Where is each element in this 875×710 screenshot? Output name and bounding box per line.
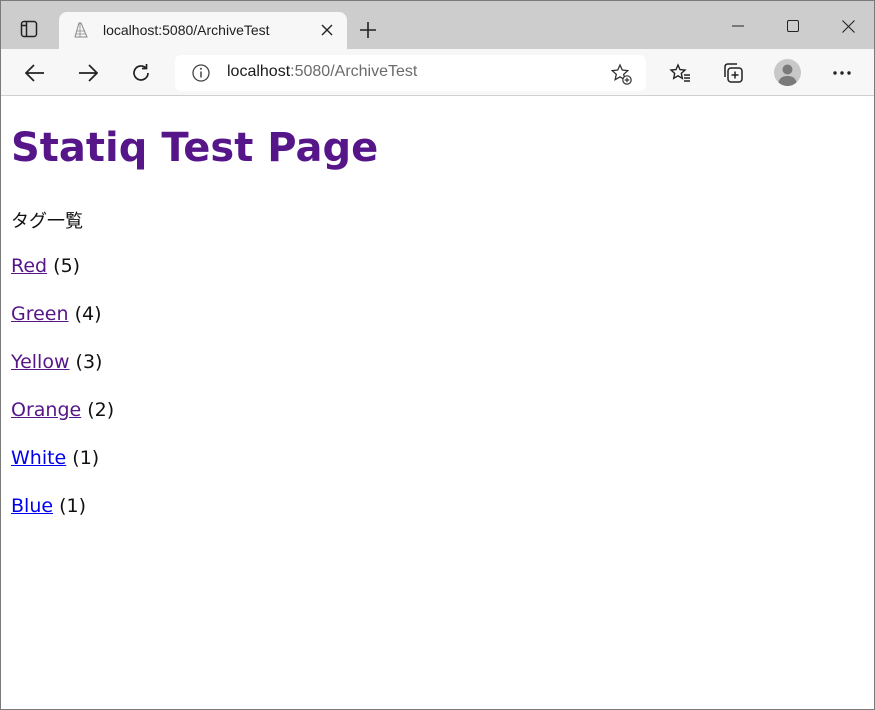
url-path: :5080/ArchiveTest: [290, 63, 418, 80]
address-bar[interactable]: localhost:5080/ArchiveTest: [175, 55, 646, 91]
tab-actions-icon: [20, 20, 38, 38]
window-close-button[interactable]: [833, 11, 863, 41]
minimize-icon: [732, 25, 744, 27]
tab-active[interactable]: localhost:5080/ArchiveTest: [59, 12, 347, 49]
minimize-button[interactable]: [723, 11, 753, 41]
info-icon[interactable]: [191, 63, 211, 83]
new-tab-button[interactable]: [355, 17, 381, 43]
tab-strip: localhost:5080/ArchiveTest: [1, 1, 874, 49]
url-host: localhost: [227, 63, 291, 80]
maximize-icon: [787, 20, 799, 32]
tag-link-yellow[interactable]: Yellow: [11, 351, 70, 373]
page-favicon-icon: [74, 22, 88, 38]
refresh-icon: [133, 64, 149, 81]
tag-item: Green (4): [11, 303, 102, 325]
navigation-toolbar: localhost:5080/ArchiveTest: [1, 49, 874, 96]
window-close-icon: [841, 19, 855, 33]
url-text[interactable]: localhost:5080/ArchiveTest: [227, 63, 417, 81]
collections-button[interactable]: [719, 59, 747, 87]
tag-link-red[interactable]: Red: [11, 255, 47, 277]
close-icon: [321, 24, 333, 36]
more-button[interactable]: [828, 59, 856, 87]
tag-link-white[interactable]: White: [11, 447, 66, 469]
tag-count: (4): [74, 303, 102, 325]
tab-close-button[interactable]: [317, 20, 337, 40]
favorites-button[interactable]: [666, 59, 694, 87]
tag-link-green[interactable]: Green: [11, 303, 69, 325]
tag-count: (1): [59, 495, 87, 517]
tag-count: (2): [87, 399, 115, 421]
page-title: Statiq Test Page: [11, 125, 379, 171]
back-arrow-icon: [25, 64, 44, 82]
browser-window: localhost:5080/ArchiveTest localhost:508…: [0, 0, 875, 710]
tag-item: Yellow (3): [11, 351, 102, 373]
tag-link-orange[interactable]: Orange: [11, 399, 81, 421]
tab-title: localhost:5080/ArchiveTest: [103, 22, 270, 38]
profile-icon: [778, 64, 797, 86]
back-button[interactable]: [21, 59, 49, 87]
refresh-button[interactable]: [127, 59, 155, 87]
tag-item: White (1): [11, 447, 99, 469]
more-icon: [833, 71, 851, 75]
profile-button[interactable]: [774, 59, 801, 86]
forward-button[interactable]: [74, 59, 102, 87]
tag-item: Red (5): [11, 255, 80, 277]
tag-count: (1): [72, 447, 100, 469]
tag-item: Orange (2): [11, 399, 114, 421]
add-favorite-icon[interactable]: [609, 62, 633, 86]
tag-item: Blue (1): [11, 495, 86, 517]
tag-list-heading: タグ一覧: [11, 211, 83, 232]
tag-count: (5): [53, 255, 81, 277]
collections-icon: [724, 63, 743, 83]
page-content: Statiq Test Page タグ一覧 Red (5) Green (4) …: [1, 97, 874, 709]
tag-count: (3): [75, 351, 103, 373]
forward-arrow-icon: [79, 64, 98, 82]
plus-icon: [360, 22, 376, 38]
favorites-icon: [669, 63, 690, 82]
maximize-button[interactable]: [778, 11, 808, 41]
tab-actions-button[interactable]: [9, 11, 49, 47]
tag-link-blue[interactable]: Blue: [11, 495, 53, 517]
